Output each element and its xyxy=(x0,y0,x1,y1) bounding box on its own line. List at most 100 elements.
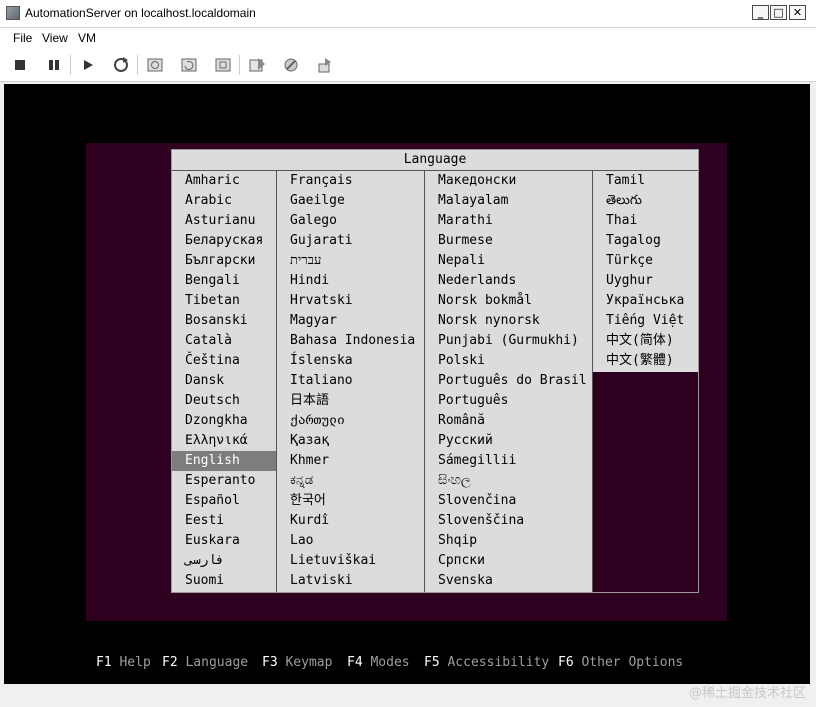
menu-file[interactable]: File xyxy=(13,31,32,45)
settings-button[interactable] xyxy=(280,54,302,76)
language-option[interactable]: Gujarati xyxy=(277,231,424,251)
menu-view[interactable]: View xyxy=(42,31,68,45)
reset-icon xyxy=(114,57,128,72)
language-option[interactable]: Bahasa Indonesia xyxy=(277,331,424,351)
snapshot-take-button[interactable] xyxy=(144,54,166,76)
language-option[interactable]: Tiếng Việt xyxy=(593,311,697,331)
language-option[interactable]: English xyxy=(172,451,276,471)
language-option[interactable]: Bengali xyxy=(172,271,276,291)
language-option[interactable]: Norsk nynorsk xyxy=(425,311,592,331)
language-option[interactable]: Română xyxy=(425,411,592,431)
fkey-keymap[interactable]: F3 Keymap xyxy=(262,654,332,672)
install-tools-button[interactable] xyxy=(314,54,336,76)
fkey-language[interactable]: F2 Language xyxy=(162,654,248,672)
fkey-help[interactable]: F1 Help xyxy=(96,654,151,672)
language-option[interactable]: 中文(简体) xyxy=(593,331,697,351)
language-option[interactable]: Svenska xyxy=(425,571,592,591)
language-option[interactable]: Français xyxy=(277,171,424,191)
fkey-other-options[interactable]: F6 Other Options xyxy=(558,654,683,672)
language-option[interactable]: Khmer xyxy=(277,451,424,471)
language-option[interactable]: Italiano xyxy=(277,371,424,391)
language-option[interactable]: Uyghur xyxy=(593,271,697,291)
language-column-3: Македонски Malayalam Marathi Burmese Nepali N… xyxy=(425,171,593,592)
snapshot-revert-button[interactable] xyxy=(178,54,200,76)
language-option[interactable]: Punjabi (Gurmukhi) xyxy=(425,331,592,351)
language-option[interactable]: Norsk bokmål xyxy=(425,291,592,311)
language-option[interactable]: Lietuviškai xyxy=(277,551,424,571)
language-option[interactable]: Eesti xyxy=(172,511,276,531)
language-option[interactable]: Українська xyxy=(593,291,697,311)
language-option[interactable]: Suomi xyxy=(172,571,276,591)
language-option[interactable]: Bosanski xyxy=(172,311,276,331)
language-option[interactable]: Thai xyxy=(593,211,697,231)
minimize-button[interactable]: _ xyxy=(752,5,769,20)
vm-console[interactable]: Language Amharic Arabic Asturianu Беларуска… xyxy=(4,84,810,684)
language-option[interactable]: Esperanto xyxy=(172,471,276,491)
language-option[interactable]: עברית xyxy=(277,251,424,271)
reset-button[interactable] xyxy=(110,54,132,76)
language-option[interactable]: Kurdî xyxy=(277,511,424,531)
snapshot-manager-button[interactable] xyxy=(212,54,234,76)
language-option[interactable]: 日本語 xyxy=(277,391,424,411)
language-option[interactable]: Dzongkha xyxy=(172,411,276,431)
language-option[interactable]: Čeština xyxy=(172,351,276,371)
language-option[interactable]: Русский xyxy=(425,431,592,451)
language-option[interactable]: 中文(繁體) xyxy=(593,351,697,371)
language-option[interactable]: Hrvatski xyxy=(277,291,424,311)
language-option[interactable]: Sámegillii xyxy=(425,451,592,471)
pause-button[interactable] xyxy=(43,54,65,76)
language-option[interactable]: Türkçe xyxy=(593,251,697,271)
language-option[interactable]: Tamil xyxy=(593,171,697,191)
language-option[interactable]: Shqip xyxy=(425,531,592,551)
language-option[interactable]: Gaeilge xyxy=(277,191,424,211)
language-option[interactable]: Marathi xyxy=(425,211,592,231)
fkey-accessibility[interactable]: F5 Accessibility xyxy=(424,654,549,672)
language-option[interactable]: සිංහල xyxy=(425,471,592,491)
fkey-modes[interactable]: F4 Modes xyxy=(347,654,410,672)
language-option[interactable]: Қазақ xyxy=(277,431,424,451)
language-option[interactable]: Български xyxy=(172,251,276,271)
language-option[interactable]: 한국어 xyxy=(277,491,424,511)
language-option[interactable]: Tibetan xyxy=(172,291,276,311)
language-option[interactable]: Português do Brasil xyxy=(425,371,592,391)
language-option[interactable]: Arabic xyxy=(172,191,276,211)
language-option[interactable]: Lao xyxy=(277,531,424,551)
language-option[interactable]: Íslenska xyxy=(277,351,424,371)
language-option[interactable]: Malayalam xyxy=(425,191,592,211)
send-ctrl-alt-del-button[interactable] xyxy=(246,54,268,76)
play-button[interactable] xyxy=(77,54,99,76)
maximize-button[interactable]: □ xyxy=(770,5,787,20)
language-option[interactable]: Slovenščina xyxy=(425,511,592,531)
language-option[interactable]: Nepali xyxy=(425,251,592,271)
language-option[interactable]: Català xyxy=(172,331,276,351)
language-option[interactable]: Slovenčina xyxy=(425,491,592,511)
language-option[interactable]: Latviski xyxy=(277,571,424,591)
language-option[interactable]: Dansk xyxy=(172,371,276,391)
language-option[interactable]: Burmese xyxy=(425,231,592,251)
language-option[interactable]: ಕನ್ನಡ xyxy=(277,471,424,491)
language-option[interactable]: Español xyxy=(172,491,276,511)
language-option[interactable]: Македонски xyxy=(425,171,592,191)
language-option[interactable]: Galego xyxy=(277,211,424,231)
menu-vm[interactable]: VM xyxy=(78,31,96,45)
language-option[interactable]: తెలుగు xyxy=(593,191,697,211)
language-option[interactable]: Deutsch xyxy=(172,391,276,411)
watermark: @稀土掘金技术社区 xyxy=(688,686,806,701)
language-option[interactable]: Tagalog xyxy=(593,231,697,251)
language-option[interactable]: Euskara xyxy=(172,531,276,551)
language-option[interactable]: فارسی xyxy=(172,551,276,571)
language-option[interactable]: Беларуская xyxy=(172,231,276,251)
language-option[interactable]: Nederlands xyxy=(425,271,592,291)
language-option[interactable]: Magyar xyxy=(277,311,424,331)
language-option[interactable]: Português xyxy=(425,391,592,411)
close-button[interactable]: ✕ xyxy=(789,5,806,20)
language-option[interactable]: Asturianu xyxy=(172,211,276,231)
language-option[interactable]: Polski xyxy=(425,351,592,371)
language-option[interactable]: Amharic xyxy=(172,171,276,191)
language-option[interactable]: Hindi xyxy=(277,271,424,291)
stop-button[interactable] xyxy=(9,54,31,76)
language-option[interactable]: ქართული xyxy=(277,411,424,431)
play-icon xyxy=(84,60,93,70)
language-option[interactable]: Српски xyxy=(425,551,592,571)
language-option[interactable]: Ελληνικά xyxy=(172,431,276,451)
